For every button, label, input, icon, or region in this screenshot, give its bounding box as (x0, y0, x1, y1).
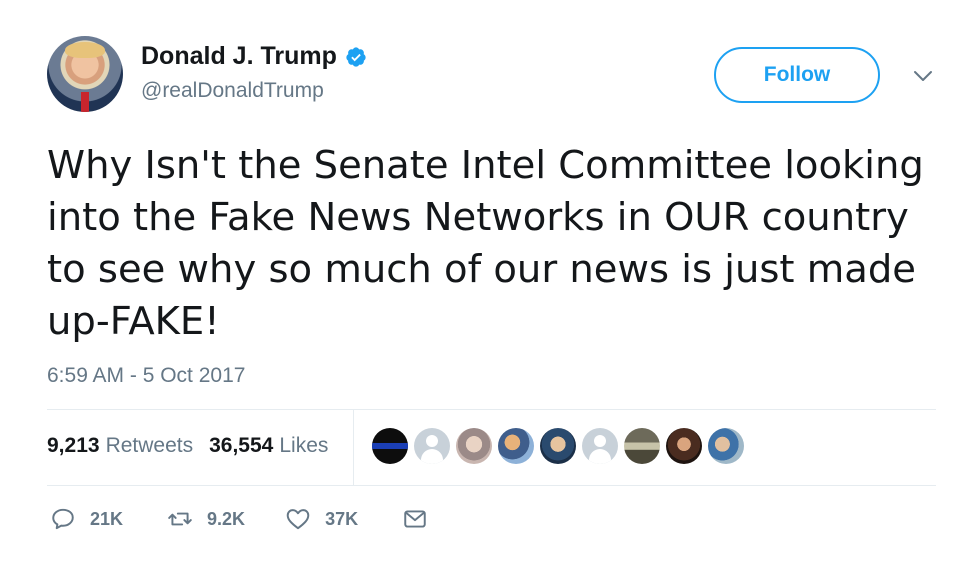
tweet-timestamp[interactable]: 6:59 AM - 5 Oct 2017 (47, 364, 245, 388)
author-display-name[interactable]: Donald J. Trump (141, 42, 337, 71)
liker-avatars (372, 428, 744, 464)
liker-avatar[interactable] (414, 428, 450, 464)
author-name-row: Donald J. Trump (141, 42, 367, 71)
follow-button[interactable]: Follow (714, 47, 880, 103)
stats-divider (353, 410, 354, 485)
tweet-text: Why Isn't the Senate Intel Committee loo… (47, 143, 924, 344)
retweet-action-count: 9.2K (207, 508, 246, 529)
message-icon (404, 510, 426, 528)
retweets-label[interactable]: Retweets (106, 434, 194, 458)
liker-avatar[interactable] (582, 428, 618, 464)
tweet-actions: 21K 9.2K 37K (50, 506, 428, 532)
liker-avatar[interactable] (498, 428, 534, 464)
author-handle[interactable]: @realDonaldTrump (141, 79, 324, 103)
liker-avatar[interactable] (540, 428, 576, 464)
divider (47, 409, 936, 410)
tweet-stats: 9,213 Retweets 36,554 Likes (47, 434, 344, 458)
retweet-icon (168, 512, 192, 526)
chevron-down-icon[interactable] (910, 66, 936, 86)
divider (47, 485, 936, 486)
liker-avatar[interactable] (708, 428, 744, 464)
like-action-count: 37K (325, 508, 359, 529)
direct-message-button[interactable] (402, 506, 428, 532)
verified-badge-icon (346, 46, 366, 67)
retweets-count[interactable]: 9,213 (47, 434, 100, 458)
retweet-button[interactable]: 9.2K (167, 506, 245, 532)
liker-avatar[interactable] (372, 428, 408, 464)
reply-icon (52, 508, 74, 530)
likes-count[interactable]: 36,554 (209, 434, 273, 458)
likes-label[interactable]: Likes (279, 434, 328, 458)
reply-count: 21K (90, 508, 124, 529)
reply-button[interactable]: 21K (50, 506, 123, 532)
liker-avatar[interactable] (456, 428, 492, 464)
liker-avatar[interactable] (666, 428, 702, 464)
liker-avatar[interactable] (624, 428, 660, 464)
author-avatar[interactable] (47, 36, 123, 112)
like-button[interactable]: 37K (285, 506, 358, 532)
like-icon (286, 509, 310, 530)
